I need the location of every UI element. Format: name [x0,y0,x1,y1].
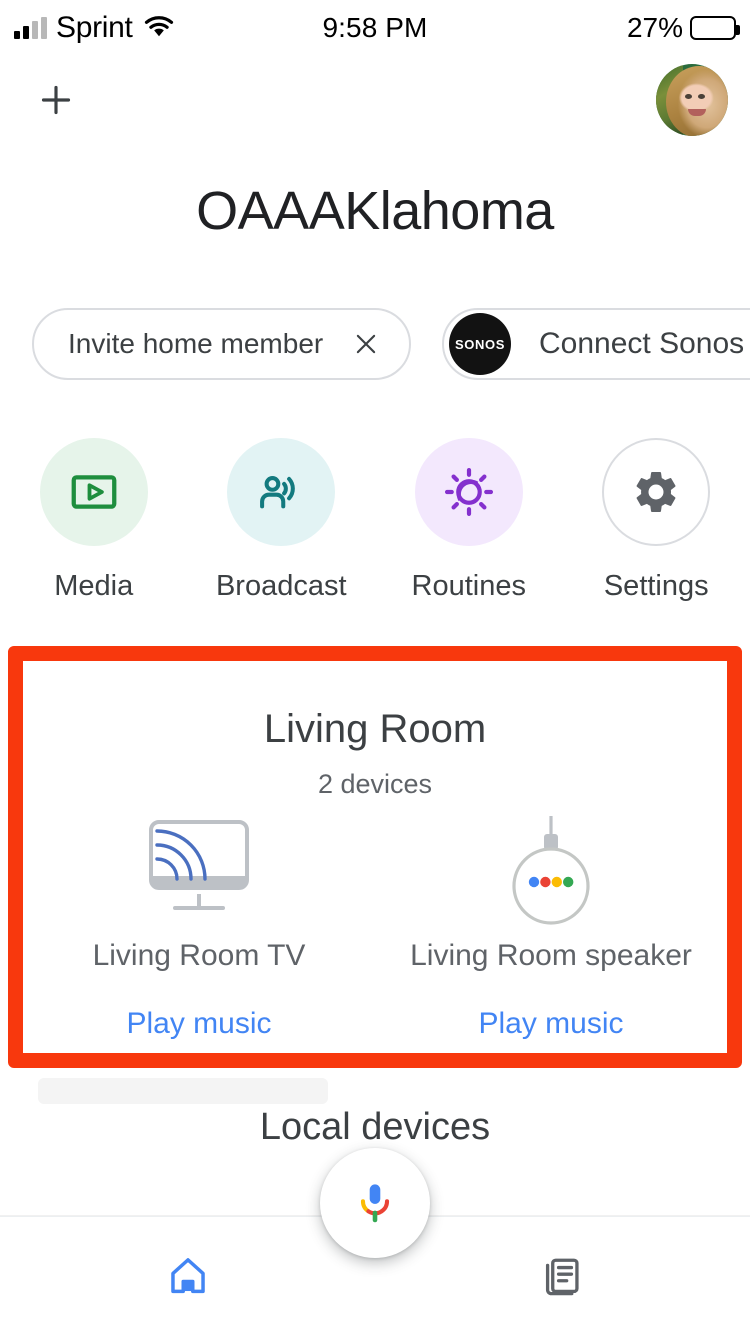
status-bar: Sprint 9:58 PM 27% [0,0,750,56]
quick-action-media[interactable]: Media [0,438,188,603]
sonos-logo-icon: SONOS [449,313,511,375]
battery-percent-label: 27% [626,12,683,43]
device-play-music-link[interactable]: Play music [478,1007,623,1041]
add-device-button[interactable] [32,76,80,124]
avatar[interactable] [656,64,728,136]
page-title: OAAAKlahoma [196,181,554,241]
quick-action-broadcast[interactable]: Broadcast [188,438,376,603]
home-icon [170,1257,205,1293]
battery-icon [690,16,740,40]
invite-home-member-label: Invite home member [68,328,324,359]
avatar-eye-right [697,93,705,99]
gear-icon [602,438,711,546]
avatar-face [666,66,728,136]
device-play-music-link[interactable]: Play music [126,1007,271,1041]
broadcast-icon [227,438,336,546]
quick-action-settings[interactable]: Settings [563,438,750,603]
google-home-speaker-icon [495,811,607,929]
status-bar-right: 27% [626,12,740,44]
invite-home-member-chip[interactable]: Invite home member [32,308,412,380]
nav-home[interactable] [0,1254,375,1298]
google-assistant-mic-icon[interactable] [320,1148,430,1258]
media-play-icon [39,438,148,546]
plus-icon [41,85,71,115]
app-header [0,56,750,166]
local-devices-title: Local devices [259,1106,491,1148]
routines-sun-icon [414,438,523,546]
connect-sonos-chip[interactable]: SONOS Connect Sonos [442,308,750,380]
room-devices-row: Living Room TV Play music Living Room sp… [23,811,727,1041]
room-card-living-room[interactable]: Living Room 2 devices Living Room TV Pla… [23,661,727,1053]
room-title: Living Room [263,707,487,751]
quick-action-broadcast-label: Broadcast [215,570,347,602]
device-living-room-speaker[interactable]: Living Room speaker Play music [375,811,727,1041]
google-home-app-screen: Sprint 9:58 PM 27% OAAAKlahoma Invite ho… [0,0,750,1334]
device-name: Living Room TV [92,939,306,972]
close-icon[interactable] [349,327,383,361]
suggestion-chips-row: Invite home member SONOS Connect Sonos [0,308,750,380]
quick-action-routines-label: Routines [411,570,526,602]
quick-action-routines[interactable]: Routines [375,438,563,603]
quick-actions-row: Media Broadcast Routines Settings [0,438,750,603]
local-devices-placeholder [38,1078,328,1104]
chromecast-tv-icon [139,811,259,929]
feed-icon [545,1258,579,1295]
device-name: Living Room speaker [410,939,692,972]
quick-action-media-label: Media [54,570,134,602]
device-living-room-tv[interactable]: Living Room TV Play music [23,811,375,1041]
room-device-count: 2 devices [317,769,433,799]
connect-sonos-label: Connect Sonos [539,327,745,360]
quick-action-settings-label: Settings [603,570,709,602]
nav-feed[interactable] [375,1254,750,1298]
annotation-highlight-box: Living Room 2 devices Living Room TV Pla… [8,646,742,1068]
